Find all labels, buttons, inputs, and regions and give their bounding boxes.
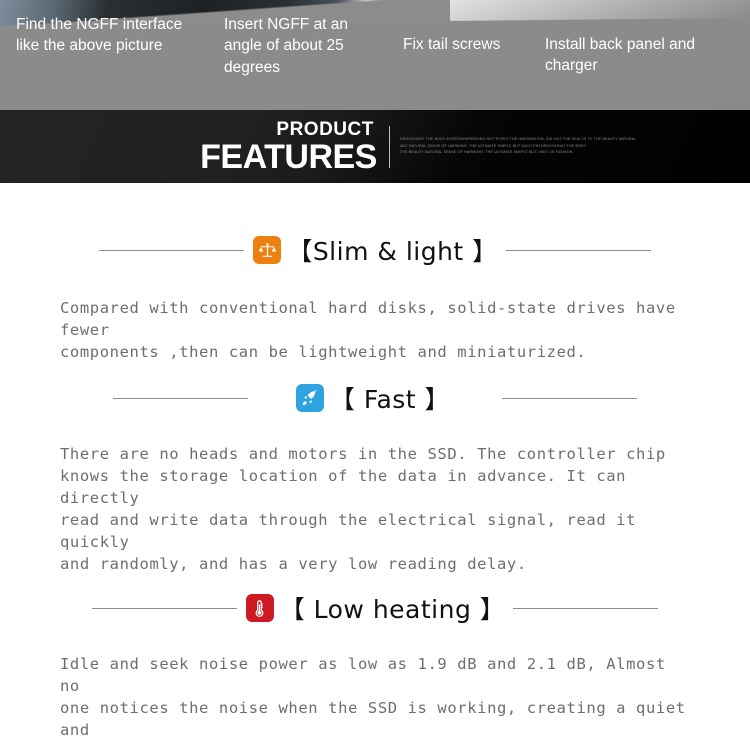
divider-line-right bbox=[505, 249, 651, 251]
thermometer-icon bbox=[245, 594, 274, 622]
divider-line-right bbox=[502, 397, 638, 399]
banner-vertical-divider bbox=[388, 125, 390, 168]
banner-title-group: PRODUCT FEATURES bbox=[200, 120, 377, 174]
caption-row: Find the NGFF interface like the above p… bbox=[0, 0, 750, 110]
banner-subtext-block: HROUGHOUT THE BODY EVERYWHEREBEING NOT E… bbox=[399, 137, 637, 156]
divider-line-left bbox=[112, 397, 248, 399]
section-body-slim-and-light: Compared with conventional hard disks, s… bbox=[60, 299, 676, 361]
section-body-fast: There are no heads and motors in the SSD… bbox=[60, 445, 666, 573]
banner-subtext-line-2: ABC NATURAL SENSE OF HARMONY, THE ULTIMA… bbox=[399, 143, 587, 148]
product-features-banner: PRODUCT FEATURES HROUGHOUT THE BODY EVER… bbox=[0, 110, 750, 183]
banner-content: PRODUCT FEATURES HROUGHOUT THE BODY EVER… bbox=[0, 110, 750, 183]
divider-line-left bbox=[99, 249, 245, 251]
divider-line-left bbox=[91, 607, 237, 609]
spacer-section-2 bbox=[0, 575, 750, 585]
banner-features-label: FEATURES bbox=[200, 137, 377, 176]
rocket-icon bbox=[295, 384, 324, 412]
section-title-slim-and-light: 【Slim & light 】 bbox=[287, 237, 498, 266]
installation-steps-photo-strip: Find the NGFF interface like the above p… bbox=[0, 0, 750, 110]
section-body-low-heating: Idle and seek noise power as low as 1.9 … bbox=[60, 655, 686, 739]
features-content: 【Slim & light 】 Compared with convention… bbox=[0, 183, 750, 741]
section-title-fast: 【 Fast 】 bbox=[329, 385, 451, 414]
section-header-slim-and-light: 【Slim & light 】 bbox=[0, 227, 750, 273]
spacer-section-1 bbox=[0, 363, 750, 375]
spacer-top bbox=[0, 183, 750, 227]
section-header-low-heating: 【 Low heating 】 bbox=[0, 585, 750, 631]
balance-scale-icon bbox=[253, 236, 282, 264]
banner-subtext-line-1: HROUGHOUT THE BODY EVERYWHEREBEING NOT E… bbox=[399, 137, 637, 142]
caption-step-3: Fix tail screws bbox=[403, 36, 501, 53]
caption-step-1: Find the NGFF interface like the above p… bbox=[16, 16, 183, 55]
banner-subtext-line-3: THE BEAUTY NATURAL SENSE OF HARMONY, THE… bbox=[399, 150, 573, 155]
divider-line-right bbox=[513, 607, 659, 609]
banner-product-label: PRODUCT bbox=[276, 118, 374, 140]
caption-step-2: Insert NGFF at an angle of about 25 degr… bbox=[224, 16, 349, 76]
caption-step-4: Install back panel and charger bbox=[545, 36, 695, 75]
section-title-low-heating: 【 Low heating 】 bbox=[279, 595, 506, 624]
section-header-fast: 【 Fast 】 bbox=[0, 375, 750, 421]
